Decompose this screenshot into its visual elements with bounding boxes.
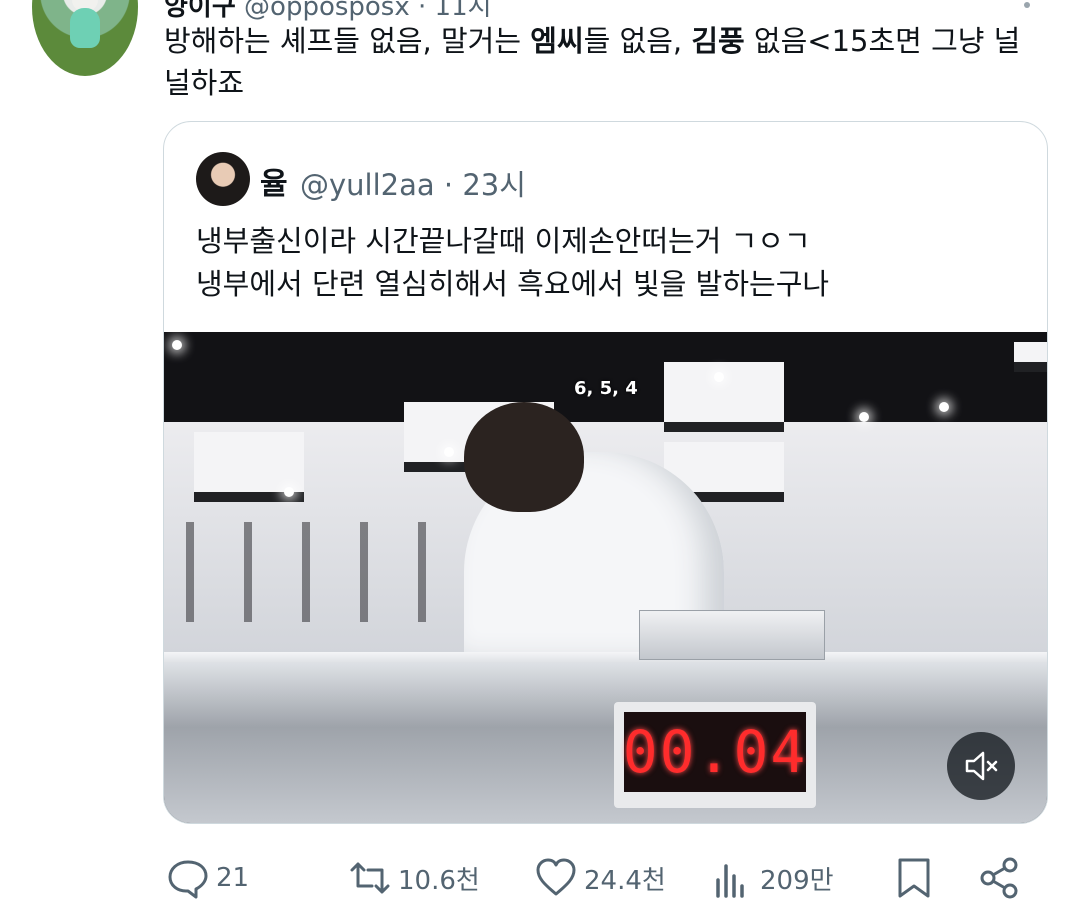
author-handle[interactable]: @opposposx: [244, 0, 410, 22]
retweet-icon: [350, 862, 390, 894]
more-options-icon[interactable]: [1024, 2, 1030, 8]
separator-dot: ·: [443, 168, 463, 202]
reply-count: 21: [216, 863, 250, 893]
video-countdown-caption: 6, 5, 4: [574, 378, 638, 399]
bookmark-button[interactable]: [892, 848, 936, 908]
retweet-count: 10.6천: [398, 865, 480, 896]
like-count: 24.4천: [584, 865, 666, 896]
tweet-text-bold: 김풍: [691, 24, 745, 58]
quote-author-avatar: [196, 152, 250, 206]
video-timer-display: 00.04: [623, 712, 806, 792]
video-scene-light: [859, 412, 869, 422]
quote-author-name: 율: [260, 167, 288, 202]
video-scene-light: [714, 372, 724, 382]
quote-text-line: 냉부에서 단련 열심히해서 흑요에서 빛을 발하는구나: [196, 267, 830, 301]
video-scene-counter: [164, 662, 1047, 823]
quote-time: 23시: [462, 168, 526, 202]
bookmark-icon: [898, 858, 930, 898]
video-scene-light: [939, 402, 949, 412]
author-name[interactable]: 양이구: [164, 0, 236, 22]
reply-icon: [168, 860, 208, 899]
video-scene-light: [444, 447, 454, 457]
share-icon: [980, 857, 1018, 899]
unmute-button[interactable]: [947, 732, 1015, 800]
reply-button[interactable]: 21: [166, 848, 249, 908]
tweet-text-part: 들 없음,: [583, 24, 692, 58]
tweet-text-bold: 엠씨: [530, 24, 584, 58]
retweet-button[interactable]: 10.6천: [348, 848, 480, 908]
video-player[interactable]: 00.04 6, 5, 4: [164, 332, 1047, 823]
tweet-actions-bar: 21 10.6천 24.4천 209만: [0, 848, 1080, 908]
like-button[interactable]: 24.4천: [534, 848, 666, 908]
video-scene-chef-head: [464, 402, 584, 512]
tweet-time[interactable]: 11시: [435, 0, 492, 22]
video-scene-panel: [664, 362, 784, 432]
tweet-text-part: 방해하는 셰프들 없음, 말거는: [164, 24, 531, 58]
video-scene-panel: [1014, 342, 1047, 372]
video-scene-name-sign: [639, 610, 825, 660]
share-button[interactable]: [978, 848, 1022, 908]
quote-text-line: 냉부출신이라 시간끝나갈때 이제손안떠는거 ㄱㅇㄱ: [196, 224, 811, 258]
views-chart-icon: [716, 864, 744, 898]
author-avatar[interactable]: [32, 0, 138, 76]
tweet-text: 방해하는 셰프들 없음, 말거는 엠씨들 없음, 김풍 없음<15초면 그냥 널…: [164, 20, 1044, 104]
avatar-figure-body: [70, 8, 100, 48]
video-scene-audience: [164, 522, 464, 622]
quote-tweet-card[interactable]: 율 @yull2aa · 23시 냉부출신이라 시간끝나갈때 이제손안떠는거 ㄱ…: [163, 121, 1048, 824]
view-count: 209만: [760, 865, 834, 896]
quote-text: 냉부출신이라 시간끝나갈때 이제손안떠는거 ㄱㅇㄱ 냉부에서 단련 열심히해서 …: [196, 220, 1026, 306]
muted-speaker-icon: [965, 751, 998, 781]
heart-icon: [536, 858, 576, 896]
views-button[interactable]: 209만: [710, 848, 834, 908]
video-scene-light: [172, 340, 182, 350]
quote-author-meta: @yull2aa · 23시: [300, 162, 526, 204]
video-scene-light: [284, 487, 294, 497]
separator-dot: ·: [418, 0, 435, 22]
quote-author-handle: @yull2aa: [300, 168, 435, 202]
